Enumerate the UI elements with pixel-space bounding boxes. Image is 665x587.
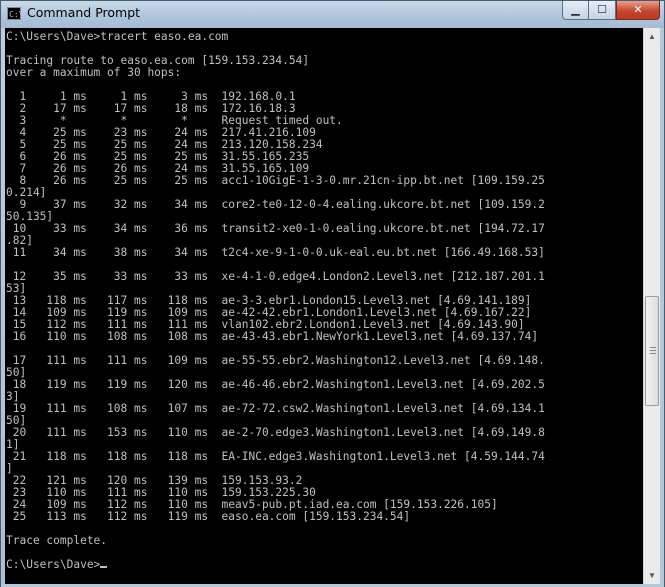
console-line: 17 111 ms 111 ms 109 ms ae-55-55.ebr2.Wa… <box>6 354 545 367</box>
console-line: C:\Users\Dave> <box>6 558 101 571</box>
console-line: 11 34 ms 38 ms 34 ms t2c4-xe-9-1-0-0.uk-… <box>6 246 545 259</box>
thumb-grip-icon <box>650 347 656 356</box>
console-line: 10 33 ms 34 ms 36 ms transit2-xe0-1-0.ea… <box>6 222 545 235</box>
console-output[interactable]: C:\Users\Dave>tracert easo.ea.com Tracin… <box>5 28 643 584</box>
title-bar[interactable]: C:\ Command Prompt ▁ ☐ ✕ <box>1 1 664 28</box>
console-line: 8 26 ms 25 ms 25 ms acc1-10GigE-1-3-0.mr… <box>6 174 545 187</box>
console-line: 25 113 ms 112 ms 119 ms easo.ea.com [159… <box>6 510 411 523</box>
console-line: 18 119 ms 119 ms 120 ms ae-46-46.ebr2.Wa… <box>6 378 545 391</box>
maximize-button[interactable]: ☐ <box>589 1 616 20</box>
console-line: Trace complete. <box>6 534 108 547</box>
command-prompt-app-icon[interactable]: C:\ <box>7 7 23 20</box>
text-cursor <box>100 566 108 568</box>
console-line: C:\Users\Dave>tracert easo.ea.com <box>6 30 229 43</box>
console-line: 19 111 ms 108 ms 107 ms ae-72-72.csw2.Wa… <box>6 402 545 415</box>
vertical-scrollbar[interactable]: ▲ ▼ <box>643 28 660 584</box>
window-right-border <box>660 28 664 586</box>
window-title: Command Prompt <box>27 5 141 20</box>
console-line: over a maximum of 30 hops: <box>6 66 182 79</box>
command-prompt-window: C:\ Command Prompt ▁ ☐ ✕ C:\Users\Dave>t… <box>0 0 665 587</box>
console-text: C:\Users\Dave>tracert easo.ea.com Tracin… <box>6 31 545 571</box>
console-line: 9 37 ms 32 ms 34 ms core2-te0-12-0-4.eal… <box>6 198 545 211</box>
console-line: 12 35 ms 33 ms 33 ms xe-4-1-0.edge4.Lond… <box>6 270 545 283</box>
scroll-up-arrow-icon[interactable]: ▲ <box>644 28 660 45</box>
minimize-button[interactable]: ▁ <box>562 1 589 20</box>
close-button[interactable]: ✕ <box>616 1 660 20</box>
console-line: 20 111 ms 153 ms 110 ms ae-2-70.edge3.Wa… <box>6 426 545 439</box>
scrollbar-thumb[interactable] <box>645 296 659 406</box>
console-line: 16 110 ms 108 ms 108 ms ae-43-43.ebr1.Ne… <box>6 330 539 343</box>
scroll-down-arrow-icon[interactable]: ▼ <box>644 567 660 584</box>
console-line: 21 118 ms 118 ms 118 ms EA-INC.edge3.Was… <box>6 450 545 463</box>
